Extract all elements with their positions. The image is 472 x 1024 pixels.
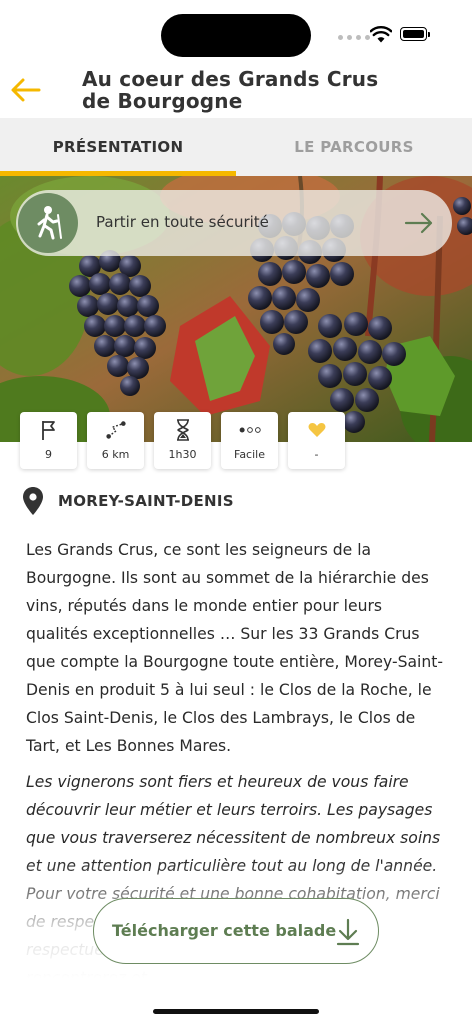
- stat-difficulty: Facile: [221, 412, 278, 469]
- stat-favorite-value: -: [314, 448, 319, 461]
- location-label: MOREY-SAINT-DENIS: [58, 492, 234, 510]
- stat-difficulty-value: Facile: [234, 448, 265, 461]
- arrow-right-icon: [404, 212, 433, 234]
- location-pin-icon: [23, 487, 43, 515]
- heart-icon: [306, 419, 328, 441]
- back-arrow-icon[interactable]: [8, 72, 44, 108]
- dynamic-island: [161, 14, 311, 57]
- title-line-2: de Bourgogne: [82, 89, 243, 113]
- safety-label: Partir en toute sécurité: [96, 213, 269, 231]
- download-button[interactable]: Télécharger cette balade: [93, 898, 379, 964]
- description-paragraph-1: Les Grands Crus, ce sont les seigneurs d…: [26, 541, 444, 755]
- hero-image: Partir en toute sécurité: [0, 176, 472, 442]
- battery-icon: [400, 27, 430, 41]
- route-icon: [105, 419, 127, 441]
- difficulty-dots-icon: [239, 419, 261, 441]
- wifi-icon: [370, 26, 392, 43]
- home-indicator[interactable]: [153, 1009, 319, 1014]
- tab-bar: PRÉSENTATION LE PARCOURS: [0, 118, 472, 176]
- stat-distance: 6 km: [87, 412, 144, 469]
- status-bar: [0, 0, 472, 62]
- signal-icon: [338, 35, 370, 40]
- hiker-icon: [18, 193, 78, 253]
- safety-banner[interactable]: Partir en toute sécurité: [16, 190, 452, 256]
- stat-duration: 1h30: [154, 412, 211, 469]
- tab-parcours[interactable]: LE PARCOURS: [236, 118, 472, 176]
- stat-favorite[interactable]: -: [288, 412, 345, 469]
- download-icon: [336, 918, 360, 946]
- location-row: MOREY-SAINT-DENIS: [22, 486, 234, 516]
- stat-steps-value: 9: [45, 448, 52, 461]
- page-title: Au coeur des Grands Crus de Bourgogne: [82, 68, 452, 112]
- hourglass-icon: [172, 419, 194, 441]
- stat-distance-value: 6 km: [101, 448, 130, 461]
- flag-icon: [38, 419, 60, 441]
- header: Au coeur des Grands Crus de Bourgogne: [0, 62, 472, 118]
- download-label: Télécharger cette balade: [112, 921, 337, 940]
- tab-presentation[interactable]: PRÉSENTATION: [0, 118, 236, 176]
- stat-steps: 9: [20, 412, 77, 469]
- stat-duration-value: 1h30: [168, 448, 197, 461]
- title-line-1: Au coeur des Grands Crus: [82, 67, 379, 91]
- stats-row: 9 6 km 1h30 Facile -: [20, 412, 345, 469]
